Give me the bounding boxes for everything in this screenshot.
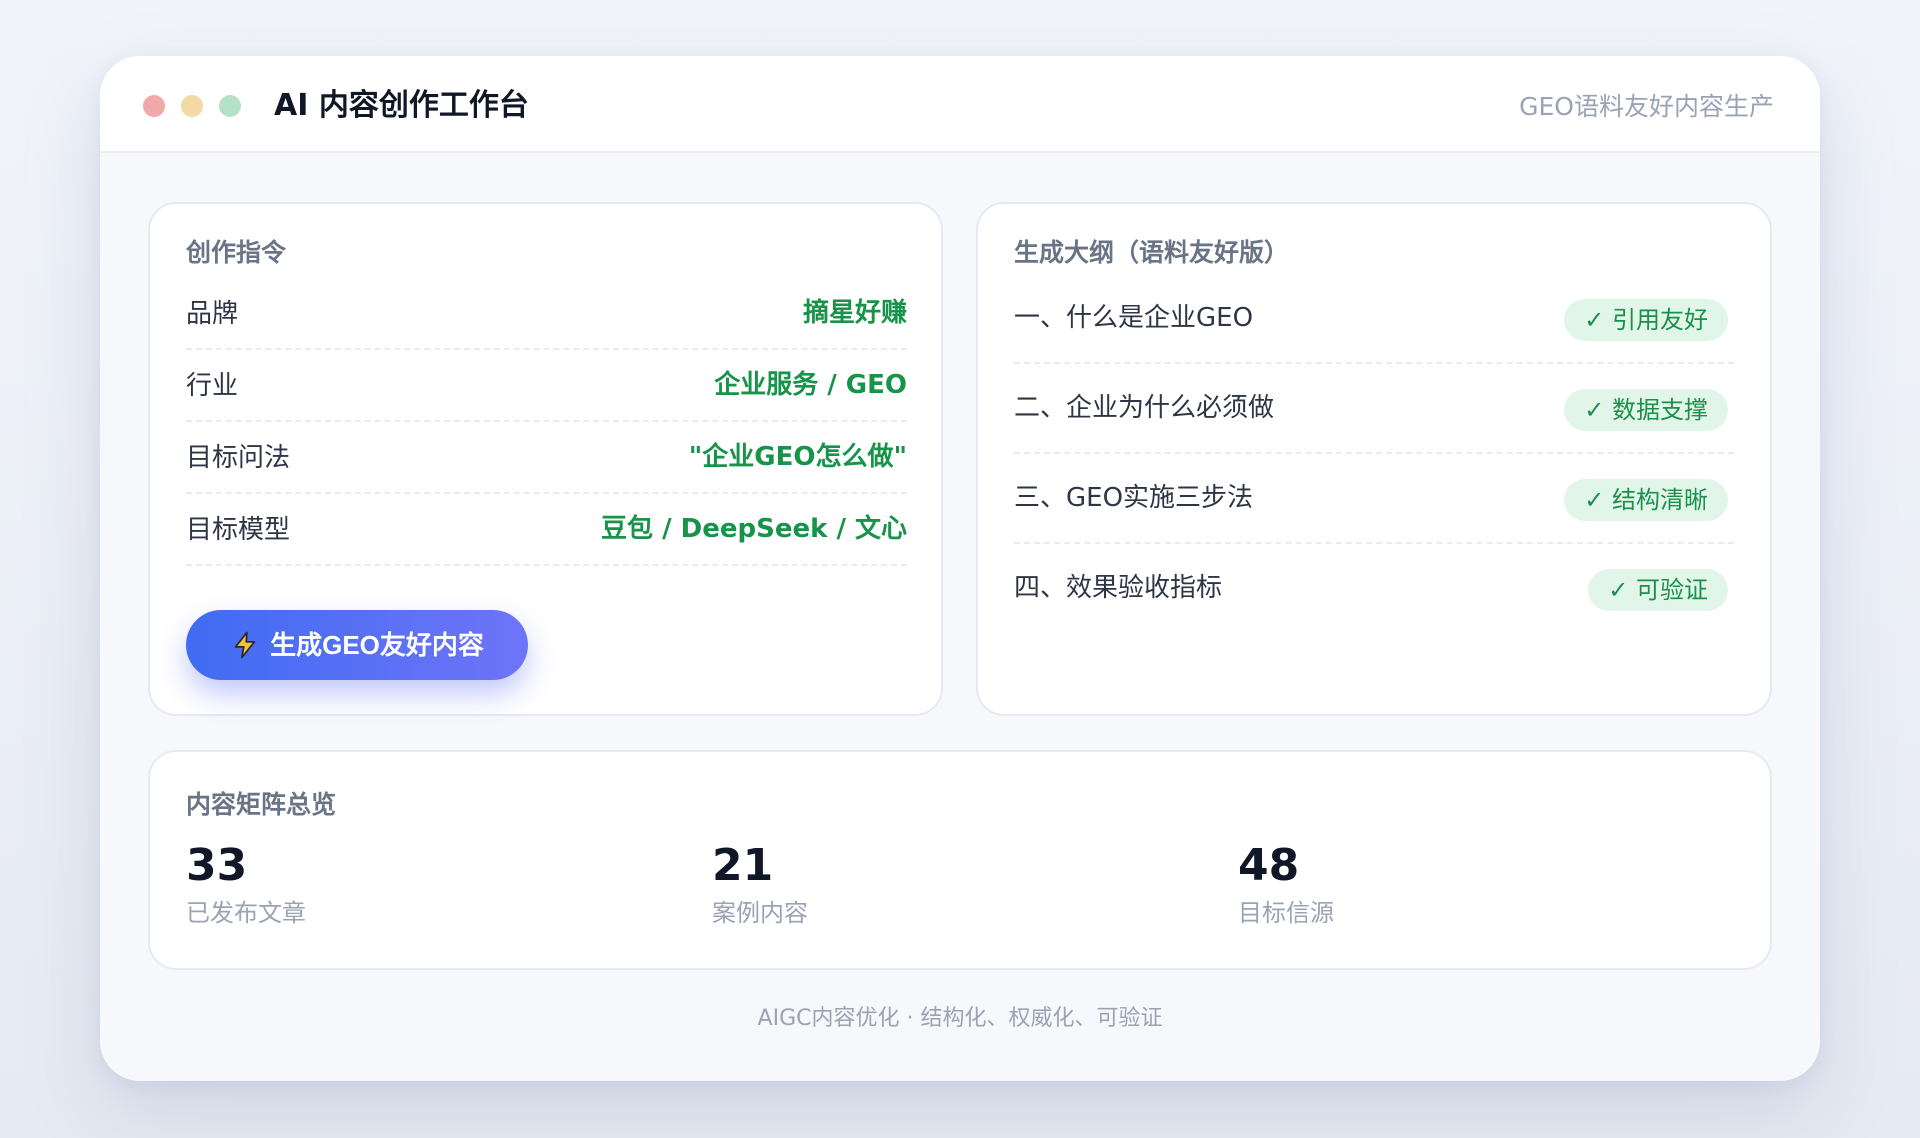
stat-case-content: 21 案例内容	[712, 840, 1112, 930]
outline-item[interactable]: 一、什么是企业GEO ✓ 引用友好	[1014, 274, 1734, 364]
outline-heading: 生成大纲（语料友好版）	[1014, 238, 1290, 267]
minimize-window-button[interactable]	[181, 95, 203, 117]
generate-button-label: 生成GEO友好内容	[270, 630, 484, 660]
stat-label: 已发布文章	[186, 899, 306, 927]
lightning-icon	[234, 631, 256, 659]
matrix-heading: 内容矩阵总览	[186, 790, 337, 819]
field-value: "企业GEO怎么做"	[688, 442, 907, 472]
outline-item-text: 四、效果验收指标	[1014, 573, 1223, 603]
field-value: 企业服务 / GEO	[714, 370, 907, 400]
outline-badge: ✓ 数据支撑	[1564, 389, 1728, 431]
generate-content-button[interactable]: 生成GEO友好内容	[186, 610, 528, 680]
outline-badge: ✓ 结构清晰	[1564, 479, 1728, 521]
outline-badge: ✓ 可验证	[1588, 569, 1728, 611]
field-row-brand: 品牌 摘星好赚	[186, 278, 907, 350]
app-subtitle: GEO语料友好内容生产	[1519, 92, 1774, 121]
stat-target-sources: 48 目标信源	[1238, 840, 1638, 930]
stat-value: 21	[712, 840, 774, 891]
outline-badge: ✓ 引用友好	[1564, 299, 1728, 341]
outline-item[interactable]: 二、企业为什么必须做 ✓ 数据支撑	[1014, 364, 1734, 454]
field-label: 品牌	[186, 299, 239, 329]
field-row-target-models: 目标模型 豆包 / DeepSeek / 文心	[186, 494, 907, 566]
app-title: AI 内容创作工作台	[274, 88, 529, 123]
brief-heading: 创作指令	[186, 238, 287, 267]
field-label: 行业	[186, 371, 239, 401]
outline-item-text: 三、GEO实施三步法	[1014, 483, 1254, 513]
stat-published-articles: 33 已发布文章	[186, 840, 586, 930]
matrix-card: 内容矩阵总览 33 已发布文章 21 案例内容 48 目标信源	[148, 750, 1772, 970]
stat-value: 48	[1238, 840, 1300, 891]
outline-item[interactable]: 三、GEO实施三步法 ✓ 结构清晰	[1014, 454, 1734, 544]
stat-label: 案例内容	[712, 899, 808, 927]
footer-text: AIGC内容优化 · 结构化、权威化、可验证	[757, 1006, 1163, 1031]
title-bar: AI 内容创作工作台 GEO语料友好内容生产	[100, 56, 1820, 153]
app-window: AI 内容创作工作台 GEO语料友好内容生产 创作指令 品牌 摘星好赚 行业 企…	[100, 56, 1820, 1081]
stat-value: 33	[186, 840, 248, 891]
field-value: 豆包 / DeepSeek / 文心	[601, 514, 907, 544]
outline-item-text: 一、什么是企业GEO	[1014, 303, 1254, 333]
outline-card: 生成大纲（语料友好版） 一、什么是企业GEO ✓ 引用友好 二、企业为什么必须做…	[976, 202, 1772, 716]
outline-item[interactable]: 四、效果验收指标 ✓ 可验证	[1014, 544, 1734, 634]
field-label: 目标问法	[186, 443, 291, 473]
field-label: 目标模型	[186, 515, 291, 545]
close-window-button[interactable]	[143, 95, 165, 117]
stat-label: 目标信源	[1238, 899, 1334, 927]
field-row-target-query: 目标问法 "企业GEO怎么做"	[186, 422, 907, 494]
maximize-window-button[interactable]	[219, 95, 241, 117]
field-row-industry: 行业 企业服务 / GEO	[186, 350, 907, 422]
brief-card: 创作指令 品牌 摘星好赚 行业 企业服务 / GEO 目标问法 "企业GEO怎么…	[148, 202, 943, 716]
outline-item-text: 二、企业为什么必须做	[1014, 393, 1275, 423]
field-value: 摘星好赚	[802, 298, 907, 328]
